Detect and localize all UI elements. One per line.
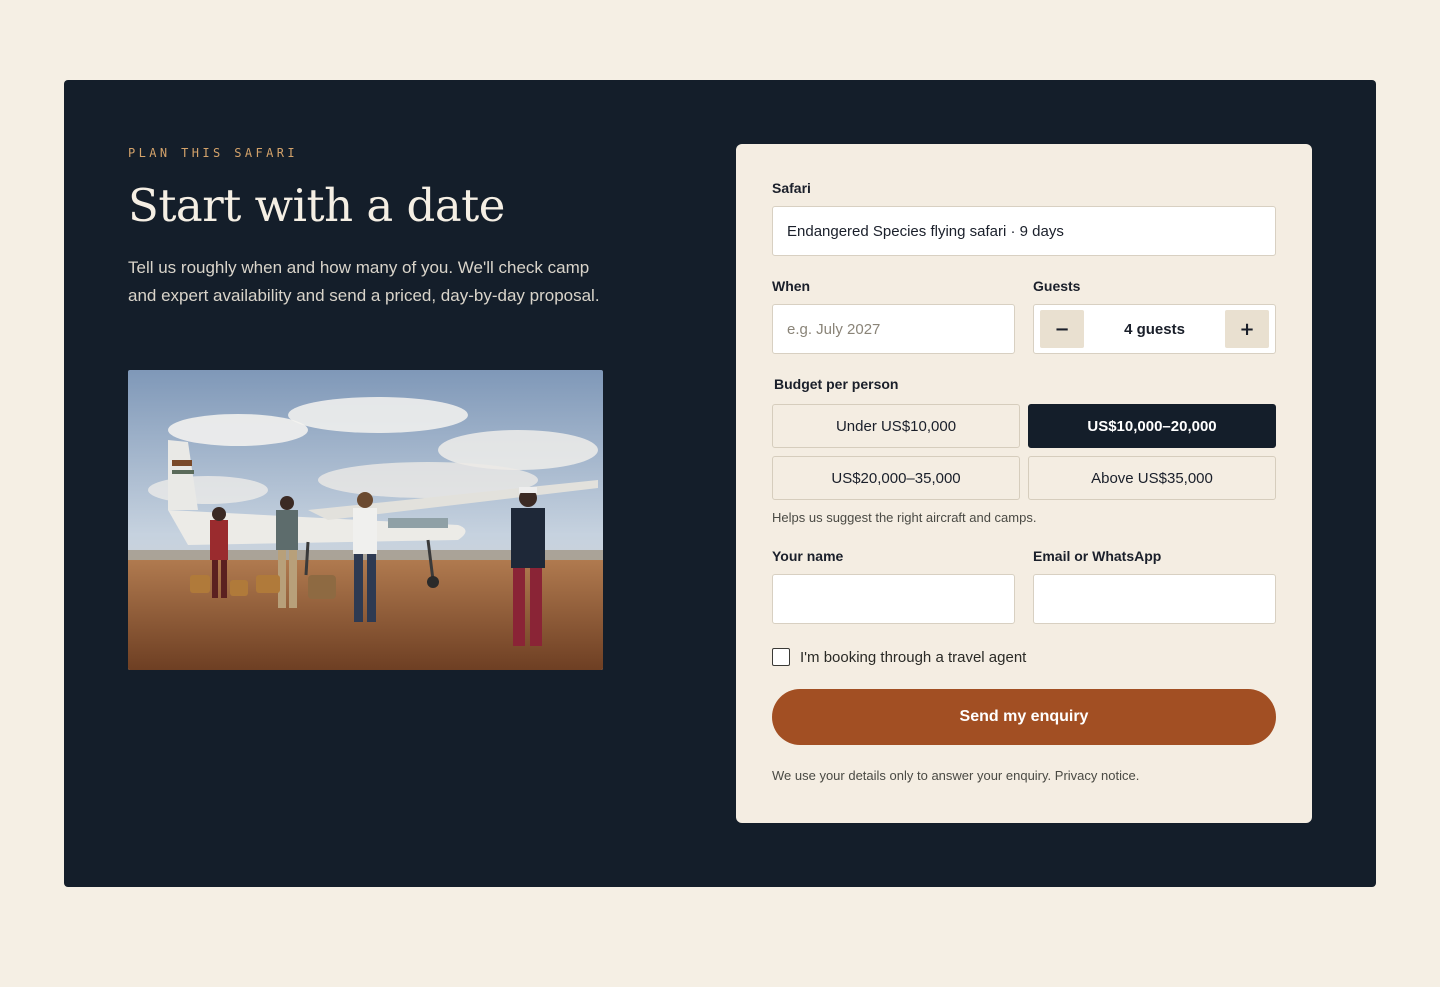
guests-stepper: − 4 guests +	[1033, 304, 1276, 354]
enquiry-section: PLAN THIS SAFARI Start with a date Tell …	[64, 80, 1376, 887]
contact-label: Email or WhatsApp	[1033, 548, 1162, 564]
when-label: When	[772, 278, 811, 294]
budget-label: Budget per person	[774, 376, 899, 392]
name-input[interactable]	[772, 574, 1015, 624]
budget-option-10k-20k[interactable]: US$10,000–20,000	[1028, 404, 1276, 448]
travel-agent-checkbox[interactable]	[772, 648, 790, 666]
safari-value: Endangered Species flying safari · 9 day…	[787, 222, 1064, 240]
privacy-note: We use your details only to answer your …	[772, 768, 1140, 783]
budget-option-above-35k[interactable]: Above US$35,000	[1028, 456, 1276, 500]
send-enquiry-button[interactable]: Send my enquiry	[772, 689, 1276, 745]
page-title: Start with a date	[128, 179, 505, 232]
budget-option-20k-35k[interactable]: US$20,000–35,000	[772, 456, 1020, 500]
contact-input[interactable]	[1033, 574, 1276, 624]
guests-increment-button[interactable]: +	[1224, 310, 1269, 348]
guests-value: 4 guests	[1124, 320, 1185, 338]
airstrip-illustration	[128, 370, 603, 670]
intro-text: Tell us roughly when and how many of you…	[128, 258, 600, 305]
eyebrow-label: PLAN THIS SAFARI	[128, 146, 298, 160]
travel-agent-label: I'm booking through a travel agent	[800, 648, 1027, 666]
enquiry-form: Safari Endangered Species flying safari …	[736, 144, 1312, 823]
when-input[interactable]	[772, 304, 1015, 354]
safari-label: Safari	[772, 180, 811, 196]
guests-label: Guests	[1033, 278, 1081, 294]
name-label: Your name	[772, 548, 844, 564]
budget-option-under-10k[interactable]: Under US$10,000	[772, 404, 1020, 448]
intro-column: PLAN THIS SAFARI Start with a date Tell …	[128, 144, 608, 310]
safari-select[interactable]: Endangered Species flying safari · 9 day…	[772, 206, 1276, 256]
travel-agent-option: I'm booking through a travel agent	[772, 648, 1026, 666]
safari-photo	[128, 370, 603, 670]
guests-decrement-button[interactable]: −	[1040, 310, 1084, 348]
budget-hint: Helps us suggest the right aircraft and …	[772, 510, 1037, 525]
